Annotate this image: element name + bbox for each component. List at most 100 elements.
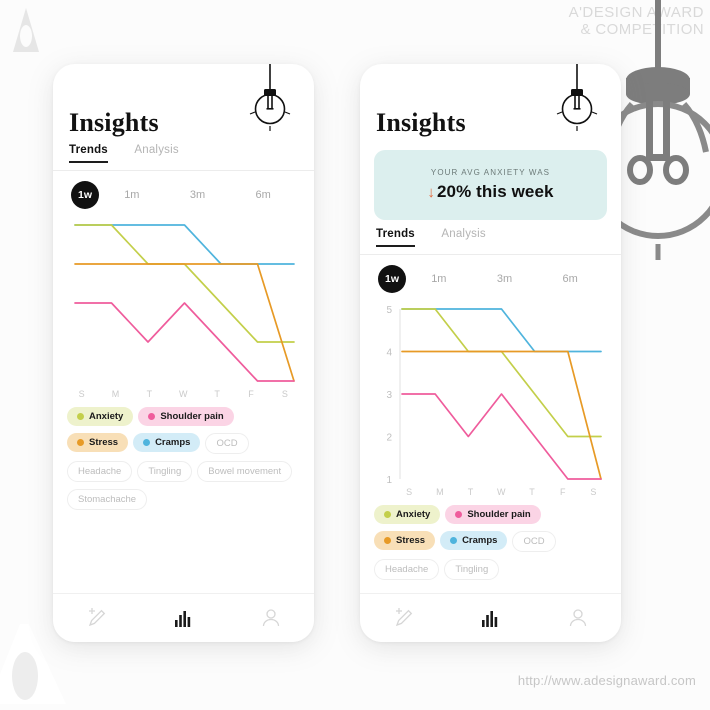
line-chart-plot [74, 224, 295, 382]
tab-analysis[interactable]: Analysis [134, 144, 178, 163]
chip-label: OCD [216, 438, 238, 449]
x-axis-label: T [146, 389, 153, 399]
svg-text:1: 1 [386, 475, 392, 486]
chip-label: Shoulder pain [160, 411, 224, 422]
nav-insights[interactable] [140, 594, 227, 642]
chip-color-dot [455, 511, 463, 518]
page-title: Insights [69, 108, 159, 137]
chip-label: Shoulder pain [467, 509, 531, 520]
nav-add-entry[interactable] [360, 594, 447, 642]
page-title: Insights [376, 108, 466, 137]
nav-profile[interactable] [227, 594, 314, 642]
section-tabs: Trends Analysis [53, 140, 314, 170]
chip-label: Tingling [148, 466, 182, 477]
chip-color-dot [143, 439, 151, 446]
chip-shoulder-pain[interactable]: Shoulder pain [138, 407, 234, 426]
bottom-navigation [53, 593, 314, 642]
x-axis-label: F [559, 487, 566, 497]
trends-chart [53, 211, 314, 389]
bar-chart-icon [174, 611, 190, 627]
chip-color-dot [77, 413, 84, 420]
chip-bowel-movement[interactable]: Bowel movement [197, 461, 293, 482]
chip-label: Anxiety [396, 509, 431, 520]
app-header: Insights [53, 64, 314, 140]
banner-headline-text: 20% this week [437, 182, 554, 201]
range-3m[interactable]: 3m [472, 273, 538, 285]
range-3m[interactable]: 3m [165, 189, 231, 201]
symptom-filter-chips: Anxiety Shoulder pain Stress Cramps OCD Heada… [360, 497, 621, 587]
x-axis-day-labels: SMTWTFS [53, 389, 314, 399]
app-screen-trends-with-summary: Insights YOUR AVG ANXIETY WAS ↓ 20% this … [360, 64, 621, 642]
x-axis-label: W [497, 487, 507, 497]
tab-trends[interactable]: Trends [376, 228, 415, 247]
range-6m[interactable]: 6m [230, 189, 296, 201]
range-1m[interactable]: 1m [406, 273, 472, 285]
chip-label: OCD [523, 536, 545, 547]
x-axis-label: F [248, 389, 255, 399]
add-entry-pencil-icon [395, 608, 412, 627]
range-1w[interactable]: 1w [71, 181, 99, 209]
chip-tingling[interactable]: Tingling [137, 461, 193, 482]
chip-stress[interactable]: Stress [67, 433, 129, 452]
tab-trends[interactable]: Trends [69, 144, 108, 163]
x-axis-label: M [436, 487, 445, 497]
chip-color-dot [450, 537, 458, 544]
chip-ocd[interactable]: OCD [205, 433, 249, 454]
x-axis-label: T [214, 389, 221, 399]
nav-add-entry[interactable] [53, 594, 140, 642]
chip-label: Cramps [155, 437, 191, 448]
chip-color-dot [148, 413, 156, 420]
nav-insights[interactable] [447, 594, 534, 642]
chip-stomachache[interactable]: Stomachache [67, 489, 148, 510]
section-tabs: Trends Analysis [360, 224, 621, 254]
a-design-award-logo-icon [13, 8, 39, 52]
svg-text:2: 2 [386, 433, 392, 444]
lightbulb-icon[interactable] [551, 64, 603, 136]
chip-ocd[interactable]: OCD [512, 531, 556, 552]
chip-color-dot [77, 439, 84, 446]
x-axis-day-labels: SMTWTFS [360, 487, 621, 497]
range-6m[interactable]: 6m [537, 273, 603, 285]
bar-chart-icon [481, 611, 497, 627]
chip-color-dot [384, 537, 391, 544]
chip-label: Cramps [462, 535, 498, 546]
nav-profile[interactable] [534, 594, 621, 642]
chip-tingling[interactable]: Tingling [444, 559, 500, 580]
chip-cramps[interactable]: Cramps [440, 531, 508, 550]
chip-label: Headache [78, 466, 122, 477]
range-selector: 1w 1m 3m 6m [53, 171, 314, 211]
chip-label: Anxiety [89, 411, 124, 422]
chip-headache[interactable]: Headache [374, 559, 440, 580]
x-axis-label: S [281, 389, 289, 399]
chip-color-dot [384, 511, 391, 518]
range-1m[interactable]: 1m [99, 189, 165, 201]
banner-eyebrow: YOUR AVG ANXIETY WAS [430, 168, 551, 177]
phone-mockup-right: Insights YOUR AVG ANXIETY WAS ↓ 20% this … [360, 64, 621, 642]
chip-label: Stress [89, 437, 119, 448]
chip-label: Tingling [455, 564, 489, 575]
chip-anxiety[interactable]: Anxiety [374, 505, 441, 524]
chip-label: Bowel movement [208, 466, 282, 477]
arrow-down-icon: ↓ [427, 184, 435, 201]
chip-stress[interactable]: Stress [374, 531, 436, 550]
range-1w[interactable]: 1w [378, 265, 406, 293]
chip-anxiety[interactable]: Anxiety [67, 407, 134, 426]
bottom-navigation [360, 593, 621, 642]
phone-mockup-left: Insights Trends Analysis 1w 1m 3m 6m S M… [53, 64, 314, 642]
x-axis-label: S [78, 389, 86, 399]
chip-label: Stomachache [78, 494, 137, 505]
banner-headline: ↓ 20% this week [427, 182, 553, 202]
x-axis-label: T [529, 487, 536, 497]
svg-text:4: 4 [386, 348, 392, 359]
tab-analysis[interactable]: Analysis [441, 228, 485, 247]
poster-canvas: A'DESIGN AWARD & COMPETITION Insights Tr… [0, 0, 710, 710]
svg-text:5: 5 [386, 305, 392, 316]
chip-headache[interactable]: Headache [67, 461, 133, 482]
range-selector: 1w 1m 3m 6m [360, 255, 621, 295]
symptom-filter-chips: Anxiety Shoulder pain Stress Cramps OCD Heada… [53, 399, 314, 517]
x-axis-label: T [467, 487, 474, 497]
lightbulb-icon[interactable] [244, 64, 296, 136]
chip-shoulder-pain[interactable]: Shoulder pain [445, 505, 541, 524]
chip-cramps[interactable]: Cramps [133, 433, 201, 452]
x-axis-label: S [590, 487, 597, 497]
